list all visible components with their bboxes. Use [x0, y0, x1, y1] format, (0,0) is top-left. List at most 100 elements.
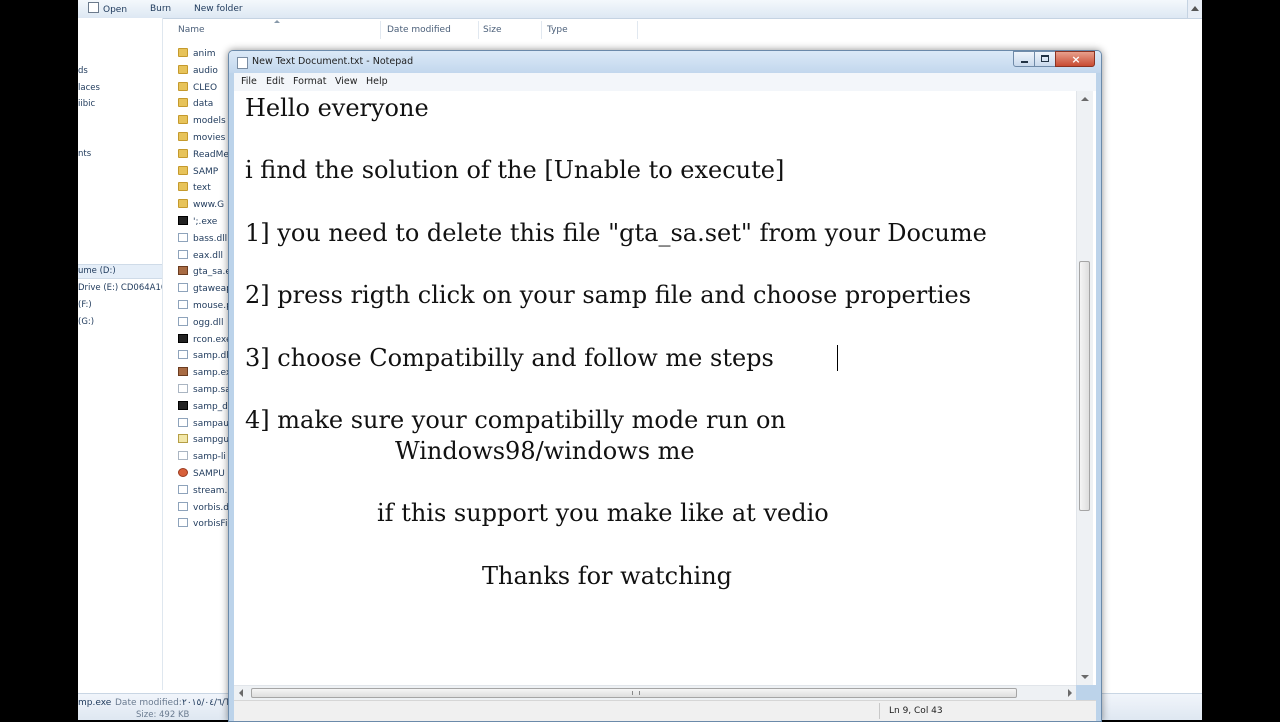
file-icon	[178, 300, 188, 309]
folder-icon	[178, 182, 188, 192]
nav-item[interactable]: (G:)	[78, 316, 162, 329]
menu-format[interactable]: Format	[293, 76, 326, 87]
explorer-toolbar: Open Burn New folder	[78, 0, 1202, 19]
nav-item-selected[interactable]: ume (D:)	[78, 264, 162, 279]
file-name: sampgu	[193, 435, 230, 446]
column-header-type[interactable]: Type	[542, 21, 638, 39]
right-black-bar	[1202, 0, 1280, 720]
file-name: ';.exe	[193, 217, 218, 227]
horizontal-scroll-thumb[interactable]	[251, 688, 1017, 698]
folder-icon	[178, 48, 188, 57]
nav-item[interactable]: laces	[78, 82, 162, 95]
menu-edit[interactable]: Edit	[266, 76, 284, 87]
file-size: Size: 492 KB	[136, 710, 190, 720]
scroll-up-button[interactable]	[1187, 0, 1202, 18]
file-name: vorbisFi	[193, 519, 228, 530]
folder-icon	[178, 81, 188, 91]
vertical-scrollbar[interactable]	[1076, 91, 1093, 685]
file-icon	[178, 501, 188, 511]
grip-icon	[632, 691, 640, 695]
file-name: samp_d	[193, 401, 228, 412]
file-name: vorbis.d	[193, 502, 230, 513]
text-caret	[837, 345, 838, 371]
open-button[interactable]: Open	[88, 2, 127, 16]
folder-icon	[178, 199, 188, 209]
text-line: 3] choose Compatibilly and follow me ste…	[245, 344, 774, 372]
nav-item[interactable]: ds	[78, 65, 162, 78]
file-name: movies	[193, 133, 226, 143]
scroll-up-arrow-icon[interactable]	[1081, 97, 1089, 101]
folder-icon	[178, 64, 188, 74]
file-icon	[178, 417, 188, 427]
nav-item[interactable]: (F:)	[78, 299, 162, 312]
file-icon	[178, 451, 188, 461]
text-line: i find the solution of the [Unable to ex…	[245, 156, 785, 184]
file-name: CLEO	[193, 82, 218, 93]
scroll-left-arrow-icon[interactable]	[239, 689, 243, 697]
burn-button[interactable]: Burn	[150, 2, 171, 16]
close-icon: ×	[1071, 53, 1081, 66]
folder-icon	[178, 115, 188, 125]
file-name: anim	[193, 49, 216, 59]
notepad-titlebar[interactable]: New Text Document.txt - Notepad ×	[229, 51, 1101, 73]
selected-file-name: mp.exe	[78, 698, 112, 708]
text-line: Hello everyone	[245, 94, 429, 122]
folder-icon	[178, 132, 188, 141]
nav-item[interactable]: nts	[78, 148, 162, 161]
file-name: text	[193, 183, 211, 194]
file-name: stream.i	[193, 485, 230, 496]
file-icon	[178, 283, 188, 293]
text-line: 2] press rigth click on your samp file a…	[245, 281, 972, 309]
file-icon	[178, 350, 188, 360]
file-name: eax.dll	[193, 250, 223, 261]
nav-item[interactable]: iibic	[78, 98, 162, 111]
file-name: mouse.p	[193, 301, 232, 311]
date-modified-label: Date modified:	[115, 698, 182, 708]
vertical-scroll-thumb[interactable]	[1079, 261, 1090, 511]
file-icon	[178, 266, 188, 276]
file-icon	[178, 232, 188, 242]
file-name: sampau	[193, 418, 229, 429]
file-name: gta_sa.e	[193, 267, 231, 278]
navigation-pane: ds laces iibic nts ume (D:) Drive (E:) C…	[78, 18, 163, 690]
file-icon	[178, 518, 188, 528]
column-header-name[interactable]: Name	[173, 21, 381, 39]
arrow-up-icon	[1191, 6, 1199, 11]
menu-file[interactable]: File	[241, 76, 257, 87]
maximize-icon	[1041, 55, 1049, 62]
menu-view[interactable]: View	[335, 76, 358, 87]
maximize-button[interactable]	[1034, 51, 1056, 67]
scroll-right-arrow-icon[interactable]	[1068, 689, 1072, 697]
minimize-button[interactable]	[1013, 51, 1035, 67]
close-button[interactable]: ×	[1055, 51, 1095, 67]
cursor-position: Ln 9, Col 43	[889, 706, 943, 716]
horizontal-scrollbar[interactable]	[234, 685, 1076, 701]
column-header-date-modified[interactable]: Date modified	[382, 21, 479, 39]
file-icon	[178, 367, 188, 377]
file-icon	[178, 249, 188, 259]
text-editor-area[interactable]: Hello everyone i find the solution of th…	[234, 91, 1096, 685]
notepad-window: New Text Document.txt - Notepad × File E…	[228, 50, 1102, 722]
minimize-icon	[1021, 61, 1028, 63]
file-name: audio	[193, 65, 218, 76]
new-folder-button[interactable]: New folder	[194, 2, 243, 16]
nav-item[interactable]: Drive (E:) CD064A10	[78, 282, 162, 295]
column-header-size[interactable]: Size	[478, 21, 542, 39]
scroll-down-arrow-icon[interactable]	[1081, 675, 1089, 679]
left-black-bar	[0, 0, 78, 720]
file-name: SAMPU	[193, 469, 225, 479]
folder-icon	[178, 165, 188, 175]
file-name: ogg.dll	[193, 317, 224, 328]
window-title: New Text Document.txt - Notepad	[252, 56, 414, 67]
file-name: rcon.exe	[193, 334, 232, 345]
file-icon	[178, 468, 188, 477]
menu-help[interactable]: Help	[366, 76, 388, 87]
file-name: www.G	[193, 200, 225, 211]
file-name: samp-li	[193, 452, 226, 463]
file-icon	[178, 333, 188, 343]
text-line: 4] make sure your compatibilly mode run …	[245, 406, 786, 434]
notepad-icon	[237, 57, 248, 69]
folder-icon	[178, 148, 188, 158]
status-divider	[879, 703, 880, 719]
file-name: bass.dll	[193, 233, 228, 244]
